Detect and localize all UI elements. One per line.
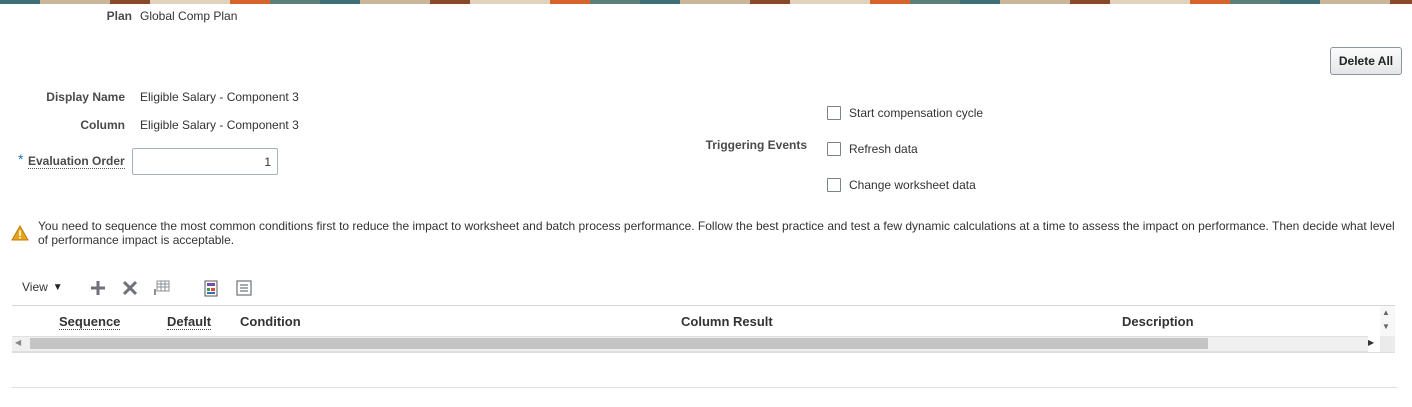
chevron-down-icon: ▼ [52,281,63,293]
warning-icon [11,224,29,241]
triggering-events-label: Triggering Events [705,138,807,152]
evaluation-order-input[interactable] [132,148,278,175]
column-header-column-result[interactable]: Column Result [681,314,773,329]
view-menu[interactable]: View ▼ [22,280,63,294]
warning-message-line1: You need to sequence the most common con… [38,219,1395,233]
delete-all-button[interactable]: Delete All [1330,47,1402,75]
column-header-sequence[interactable]: Sequence [59,314,121,330]
column-value: Eligible Salary - Component 3 [140,118,299,132]
refresh-data-checkbox[interactable] [827,142,841,156]
column-header-description[interactable]: Description [1122,314,1194,329]
section-divider [12,387,1397,388]
scroll-right-icon[interactable]: ▶ [1368,338,1374,347]
change-worksheet-data-checkbox[interactable] [827,178,841,192]
display-name-value: Eligible Salary - Component 3 [140,90,299,104]
table-bottom-border [12,352,1395,353]
wrap-icon[interactable] [235,279,253,297]
scroll-corner [1380,336,1395,352]
refresh-data-label: Refresh data [849,142,918,156]
column-header-condition[interactable]: Condition [240,314,301,329]
column-label: Column [80,118,125,132]
warning-message-line2: of performance impact is acceptable. [38,233,235,247]
detach-icon[interactable] [202,279,220,297]
evaluation-order-label-wrap: Evaluation Order [28,154,125,169]
view-menu-label: View [22,280,48,294]
start-compensation-cycle-checkbox[interactable] [827,106,841,120]
start-compensation-cycle-label: Start compensation cycle [849,106,984,120]
scroll-left-icon[interactable]: ◀ [15,338,21,347]
delete-icon[interactable] [121,279,139,297]
column-header-default[interactable]: Default [167,314,212,330]
change-worksheet-data-label: Change worksheet data [849,178,976,192]
add-icon[interactable] [89,279,107,297]
decorative-banner [0,0,1412,4]
scroll-down-icon[interactable]: ▼ [1382,322,1390,331]
required-indicator: * [18,151,24,167]
evaluation-order-label: Evaluation Order [28,154,125,169]
freeze-icon[interactable] [153,279,171,297]
plan-label: Plan [106,9,132,23]
horizontal-scrollbar-thumb[interactable] [30,338,1208,349]
display-name-label: Display Name [46,90,125,104]
scroll-up-icon[interactable]: ▲ [1382,308,1390,317]
plan-value: Global Comp Plan [140,9,238,23]
